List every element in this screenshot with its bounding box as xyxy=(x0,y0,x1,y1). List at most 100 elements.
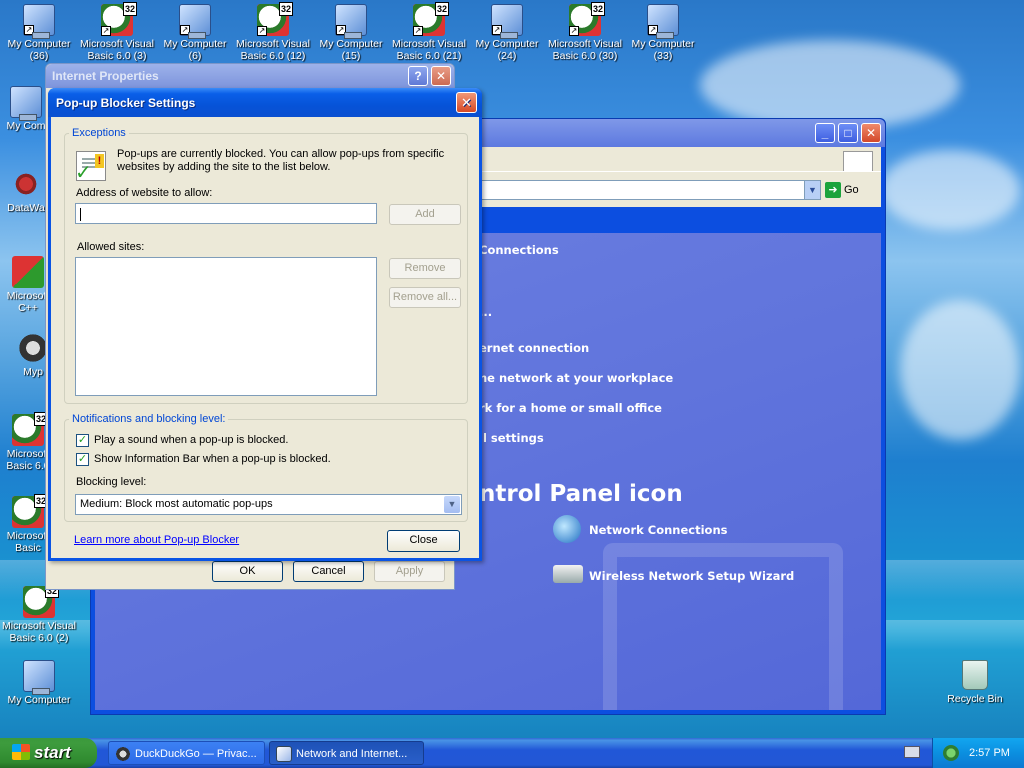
recycle-bin-icon xyxy=(962,660,988,690)
desktop-icon-my-computer[interactable]: ↗ My Computer (15) xyxy=(312,4,390,62)
wireless-wizard-label: Wireless Network Setup Wizard xyxy=(589,569,795,583)
datawarehouse-icon xyxy=(10,168,42,200)
desktop-icon-label: Microsoft Visual Basic 6.0 (2) xyxy=(2,620,76,644)
task-link[interactable]: ll settings xyxy=(479,431,544,445)
taskbar-button-duckduckgo[interactable]: DuckDuckGo — Privac... xyxy=(108,741,265,765)
allowed-sites-label: Allowed sites: xyxy=(77,241,145,253)
cancel-label: Cancel xyxy=(311,565,346,577)
desktop-icon-visual-basic[interactable]: 32 ↗ Microsoft Visual Basic 6.0 (12) xyxy=(234,2,312,62)
wireless-wizard-item[interactable]: Wireless Network Setup Wizard xyxy=(553,565,795,583)
popup-blocker-titlebar[interactable]: Pop-up Blocker Settings ✕ xyxy=(48,88,482,117)
keyboard-icon[interactable] xyxy=(904,746,920,758)
visual-basic-icon: 32 ↗ xyxy=(569,2,605,36)
address-label: Address of website to allow: xyxy=(76,187,213,199)
desktop-icon-label: My Computer (6) xyxy=(163,38,227,62)
desktop-icon-my-computer[interactable]: ↗ My Computer (24) xyxy=(468,4,546,62)
text-caret xyxy=(80,208,81,221)
notifications-title: Notifications and blocking level: xyxy=(69,413,229,425)
task-link[interactable]: ernet connection xyxy=(479,341,589,355)
minimize-button[interactable]: _ xyxy=(815,123,835,143)
system-tray: 2:57 PM xyxy=(932,738,1024,768)
chevron-down-icon[interactable]: ▼ xyxy=(444,496,460,513)
my-computer-icon xyxy=(10,86,42,121)
internet-properties-title: Internet Properties xyxy=(52,69,159,83)
close-icon: ✕ xyxy=(435,69,447,83)
desktop-icon-label: My Computer xyxy=(7,694,71,706)
remove-button[interactable]: Remove xyxy=(389,258,461,279)
vb-badge: 32 xyxy=(590,2,605,16)
my-computer-icon: ↗ xyxy=(647,4,679,39)
warning-icon: ! xyxy=(95,154,104,168)
windows-flag-icon xyxy=(12,744,30,760)
allowed-sites-list[interactable] xyxy=(75,257,377,396)
taskbar: start DuckDuckGo — Privac... Network and… xyxy=(0,738,1024,768)
desktop-icon-label: Recycle Bin xyxy=(947,693,1003,705)
my-computer-icon xyxy=(23,660,55,695)
visual-basic-icon: 32 xyxy=(12,494,48,528)
task-link[interactable]: he network at your workplace xyxy=(479,371,673,385)
visual-basic-icon: 32 ↗ xyxy=(413,2,449,36)
task-link[interactable]: rk for a home or small office xyxy=(479,401,662,415)
network-globe-icon xyxy=(553,515,581,543)
start-button[interactable]: start xyxy=(0,738,97,768)
popup-blocker-title: Pop-up Blocker Settings xyxy=(56,96,196,110)
clock[interactable]: 2:57 PM xyxy=(969,747,1010,759)
ok-button[interactable]: OK xyxy=(212,561,283,582)
desktop-icon-visual-basic[interactable]: 32 ↗ Microsoft Visual Basic 6.0 (21) xyxy=(390,2,468,62)
blocking-level-select[interactable]: Medium: Block most automatic pop-ups ▼ xyxy=(75,494,462,515)
apply-button[interactable]: Apply xyxy=(374,561,445,582)
shortcut-arrow-icon: ↗ xyxy=(24,25,34,35)
start-label: start xyxy=(34,743,71,762)
network-connections-label: Network Connections xyxy=(589,523,728,537)
desktop-icon-visual-basic[interactable]: 32 Microsoft Visual Basic 6.0 (2) xyxy=(0,584,78,644)
help-button[interactable]: ? xyxy=(408,66,428,86)
close-dialog-button[interactable]: Close xyxy=(387,530,460,552)
website-address-input[interactable] xyxy=(75,203,377,224)
chevron-down-icon[interactable]: ▼ xyxy=(804,181,820,199)
desktop-icon-label: My Computer (24) xyxy=(475,38,539,62)
info-bar-checkbox[interactable]: ✓ xyxy=(76,453,89,466)
desktop-icon-my-computer[interactable]: My Computer xyxy=(0,660,78,706)
desktop-icon-visual-basic[interactable]: 32 ↗ Microsoft Visual Basic 6.0 (30) xyxy=(546,2,624,62)
desktop-icon-label: My Computer (15) xyxy=(319,38,383,62)
close-button[interactable]: ✕ xyxy=(456,92,477,113)
close-button[interactable]: ✕ xyxy=(431,66,451,86)
taskbar-button-network[interactable]: Network and Internet... xyxy=(269,741,424,765)
desktop-icon-visual-basic[interactable]: 32 ↗ Microsoft Visual Basic 6.0 (3) xyxy=(78,2,156,62)
cancel-button[interactable]: Cancel xyxy=(293,561,364,582)
my-computer-icon: ↗ xyxy=(23,4,55,39)
shortcut-arrow-icon: ↗ xyxy=(569,26,579,36)
desktop-icon-my-computer[interactable]: ↗ My Computer (33) xyxy=(624,4,702,62)
add-button[interactable]: Add xyxy=(389,204,461,225)
shortcut-arrow-icon: ↗ xyxy=(257,26,267,36)
network-status-icon[interactable] xyxy=(943,745,959,761)
shortcut-arrow-icon: ↗ xyxy=(413,26,423,36)
my-computer-icon: ↗ xyxy=(179,4,211,39)
desktop-icon-my-computer[interactable]: ↗ My Computer (36) xyxy=(0,4,78,62)
my-computer-icon: ↗ xyxy=(335,4,367,39)
apply-label: Apply xyxy=(395,565,424,577)
taskbar-button-label: DuckDuckGo — Privac... xyxy=(135,748,257,760)
play-sound-checkbox[interactable]: ✓ xyxy=(76,434,89,447)
close-button[interactable]: ✕ xyxy=(861,123,881,143)
pick-icon-heading: ntrol Panel icon xyxy=(479,481,683,507)
desktop-icon-recycle-bin[interactable]: Recycle Bin xyxy=(944,660,1006,705)
learn-more-link[interactable]: Learn more about Pop-up Blocker xyxy=(74,534,239,546)
go-button[interactable]: ➜ Go xyxy=(825,180,877,200)
exceptions-group: Exceptions ! ✓ Pop-ups are currently blo… xyxy=(64,127,468,404)
info-text-line2: websites by adding the site to the list … xyxy=(117,161,331,173)
maximize-button[interactable]: □ xyxy=(838,123,858,143)
checkmark-icon: ✓ xyxy=(77,453,88,465)
play-sound-label[interactable]: Play a sound when a pop-up is blocked. xyxy=(94,434,288,446)
desktop-icon-my-computer[interactable]: ↗ My Computer (6) xyxy=(156,4,234,62)
remove-all-button[interactable]: Remove all... xyxy=(389,287,461,308)
visual-cpp-icon xyxy=(12,256,44,288)
close-icon: ✕ xyxy=(461,95,472,110)
checkmark-icon: ✓ xyxy=(77,434,88,446)
info-bar-label[interactable]: Show Information Bar when a pop-up is bl… xyxy=(94,453,331,465)
control-panel-icon xyxy=(276,746,292,762)
remove-all-label: Remove all... xyxy=(392,291,458,303)
network-connections-item[interactable]: Network Connections xyxy=(553,515,728,543)
internet-properties-titlebar[interactable]: Internet Properties ? ✕ xyxy=(46,64,454,88)
help-icon: ? xyxy=(414,69,422,83)
